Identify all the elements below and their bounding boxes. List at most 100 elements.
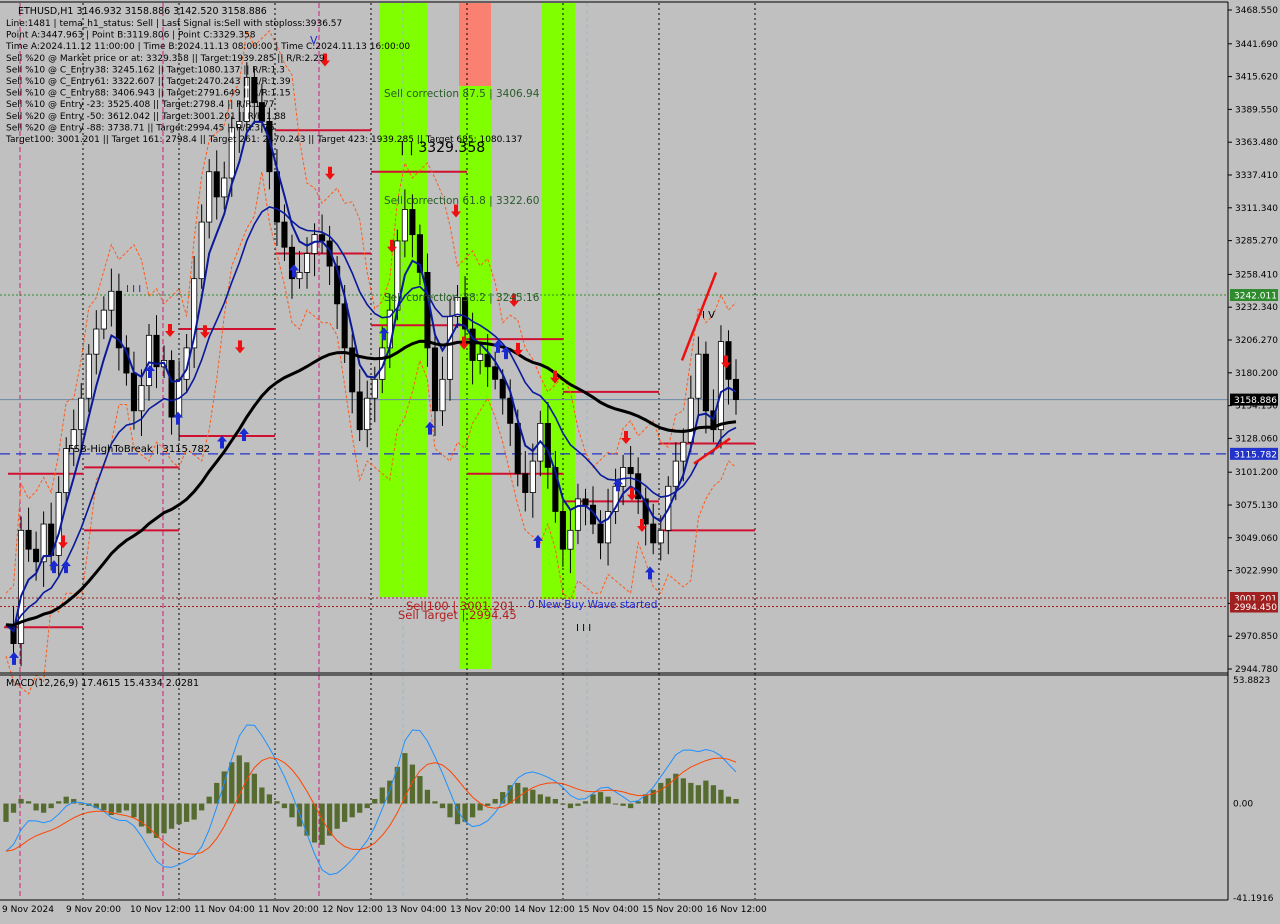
macd-bar [349, 803, 355, 818]
candle-body [221, 177, 228, 198]
macd-bar [131, 803, 137, 818]
candle-body [544, 422, 551, 468]
macd-bar [334, 803, 340, 829]
candle-body [168, 360, 175, 418]
price-tick-label: 3311.340 [1235, 204, 1278, 214]
chart-canvas[interactable]: ETHUSD,H1 3146.932 3158.886 3142.520 315… [0, 0, 1280, 920]
macd-tick-label: -41.1916 [1233, 894, 1274, 904]
price-tick-label: 3285.270 [1235, 237, 1278, 247]
candle-body [732, 378, 740, 401]
candle-body [657, 529, 664, 544]
macd-bar [25, 801, 32, 804]
info-line: Sell %20 @ Market price or at: 3329.358 … [6, 54, 325, 64]
macd-bar [251, 773, 257, 804]
macd-bar [605, 796, 611, 804]
price-tick-label: 3389.550 [1235, 105, 1278, 115]
macd-bar [507, 785, 513, 804]
candle-body [138, 385, 145, 412]
candle-body [446, 316, 454, 380]
trading-chart-window[interactable]: ETHUSD,H1 3146.932 3158.886 3142.520 315… [0, 0, 1280, 920]
candle-body [311, 234, 318, 254]
candle-body [567, 529, 574, 550]
macd-bar [530, 789, 536, 804]
info-line: Sell %20 @ Entry -88: 3738.71 || Target:… [6, 123, 275, 133]
info-line: Time A:2024.11.12 11:00:00 | Time B:2024… [5, 42, 410, 52]
candle-body [198, 221, 205, 280]
macd-tick-label: 0.00 [1233, 800, 1253, 810]
price-tick-label: 3415.620 [1235, 73, 1278, 83]
macd-label: MACD(12,26,9) 17.4615 15.4334 2.0281 [6, 678, 199, 689]
macd-bar [522, 787, 528, 804]
macd-bar [168, 803, 175, 829]
candle-body [18, 529, 25, 644]
candle-body [574, 498, 581, 531]
candle-body [319, 234, 326, 242]
macd-bar [733, 798, 739, 804]
candle-body [717, 341, 724, 431]
macd-tick-label: 53.8823 [1233, 676, 1270, 686]
macd-bar [357, 803, 363, 813]
macd-bar [229, 762, 235, 804]
price-tick-label: 3468.550 [1235, 6, 1278, 16]
price-tick-label: 3206.270 [1235, 336, 1278, 346]
candle-body [401, 209, 408, 242]
macd-bar [40, 803, 47, 813]
signal-zones [379, 3, 575, 669]
sell-correction-38-label: Sell correction 38.2 | 3245.16 [384, 292, 540, 304]
price-tick-label: 3363.480 [1235, 138, 1278, 148]
time-tick-label: 11 Nov 04:00 [194, 905, 255, 915]
macd-bar [575, 803, 581, 806]
macd-bar [590, 794, 596, 804]
macd-bar [680, 778, 686, 804]
symbol-line: ETHUSD,H1 3146.932 3158.886 3142.520 315… [18, 6, 267, 17]
candle-body [281, 221, 288, 248]
info-line: Point A:3447.963 | Point B:3119.806 | Po… [6, 31, 256, 41]
macd-bar [304, 803, 310, 836]
price-axis[interactable]: 3468.550 3441.690 3415.620 3389.550 3363.480… [1228, 6, 1278, 675]
price-badge-label: 3115.782 [1234, 450, 1277, 460]
macd-bar [582, 801, 589, 804]
macd-bar [48, 803, 54, 809]
time-tick-label: 15 Nov 20:00 [642, 905, 703, 915]
candle-body [93, 328, 100, 355]
point-c-label: | | 3329.358 [400, 140, 485, 156]
time-tick-label: 10 Nov 12:00 [130, 905, 191, 915]
macd-bar [718, 789, 724, 804]
macd-bar [703, 780, 709, 804]
candle-body [153, 334, 160, 368]
candle-body [85, 353, 92, 399]
candle-body [303, 253, 311, 273]
macd-bar [665, 778, 671, 804]
macd-bar [628, 803, 634, 809]
candle-body [477, 353, 484, 361]
macd-bar [183, 803, 190, 822]
macd-bar [469, 803, 476, 818]
price-tick-label: 3232.340 [1235, 303, 1278, 313]
candle-body [492, 366, 499, 380]
macd-bar [274, 801, 280, 804]
macd-bar [236, 755, 242, 804]
macd-bar [432, 801, 438, 804]
macd-bar [409, 764, 416, 804]
info-line: Sell %10 @ C_Entry38: 3245.162 || Target… [6, 65, 285, 75]
price-tick-label: 3101.200 [1235, 468, 1278, 478]
price-badge-label: 3242.011 [1234, 292, 1277, 302]
wave-mark-iv: I V [702, 310, 715, 321]
macd-bar [206, 796, 212, 804]
macd-bar [695, 785, 702, 804]
price-tick-label: 3049.060 [1235, 534, 1278, 544]
macd-bar [710, 785, 717, 804]
price-tick-label: 2944.780 [1235, 665, 1278, 675]
candle-body [364, 397, 371, 431]
macd-bar [116, 803, 122, 813]
macd-bar [161, 803, 167, 834]
time-tick-label: 9 Nov 2024 [2, 905, 54, 915]
macd-bar [101, 803, 107, 811]
macd-bar [650, 789, 656, 804]
price-badge-label: 2994.450 [1234, 603, 1277, 613]
macd-bar [78, 803, 84, 805]
wave-marks-iii-blue: I I I [126, 284, 141, 295]
candle-body [431, 347, 439, 412]
time-tick-label: 16 Nov 12:00 [706, 905, 767, 915]
candle-body [439, 378, 446, 412]
